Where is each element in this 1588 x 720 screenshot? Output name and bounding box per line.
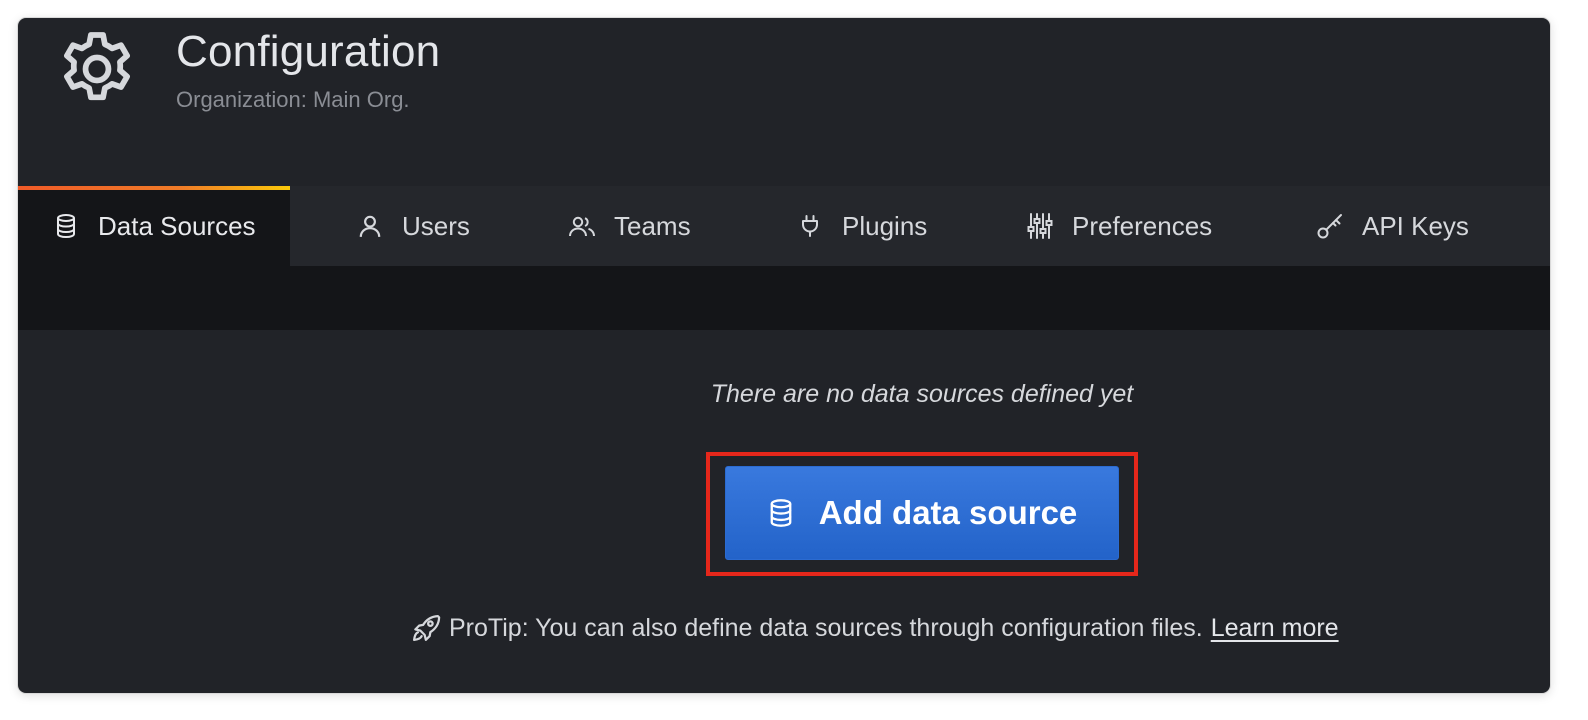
- tab-users[interactable]: Users: [356, 186, 470, 266]
- protip: ProTip: You can also define data sources…: [411, 610, 1339, 646]
- tab-api-keys[interactable]: API Keys: [1316, 186, 1469, 266]
- database-icon: [52, 212, 80, 240]
- tab-plugins[interactable]: Plugins: [796, 186, 927, 266]
- page-subtitle: Organization: Main Org.: [176, 87, 410, 112]
- learn-more-link[interactable]: Learn more: [1211, 614, 1339, 643]
- tab-label: Plugins: [842, 210, 928, 241]
- protip-text: ProTip: You can also define data sources…: [449, 613, 1203, 642]
- tab-teams[interactable]: Teams: [568, 186, 691, 266]
- tab-bar: Data Sources Users Teams Plugins Prefere…: [18, 186, 1550, 266]
- configuration-window: Configuration Organization: Main Org. Da…: [18, 18, 1550, 693]
- tab-label: Data Sources: [98, 210, 256, 241]
- sliders-icon: [1026, 212, 1054, 240]
- plug-icon: [796, 212, 824, 240]
- database-icon: [767, 498, 797, 528]
- add-data-source-label: Add data source: [818, 494, 1078, 531]
- rocket-icon: [411, 613, 441, 643]
- tab-content-band: [18, 266, 1550, 330]
- user-icon: [356, 212, 384, 240]
- tab-preferences[interactable]: Preferences: [1026, 186, 1212, 266]
- page-header: Configuration Organization: Main Org.: [18, 18, 1550, 186]
- add-data-source-button[interactable]: Add data source: [725, 466, 1119, 560]
- page-title: Configuration: [176, 27, 441, 76]
- key-icon: [1316, 212, 1344, 240]
- users-icon: [568, 212, 596, 240]
- empty-state-message: There are no data sources defined yet: [710, 380, 1134, 408]
- tab-data-sources[interactable]: Data Sources: [18, 186, 290, 266]
- gear-icon: [54, 26, 140, 112]
- tab-label: Teams: [614, 210, 691, 241]
- tab-label: Preferences: [1072, 210, 1213, 241]
- tab-label: Users: [402, 210, 470, 241]
- tab-label: API Keys: [1362, 210, 1469, 241]
